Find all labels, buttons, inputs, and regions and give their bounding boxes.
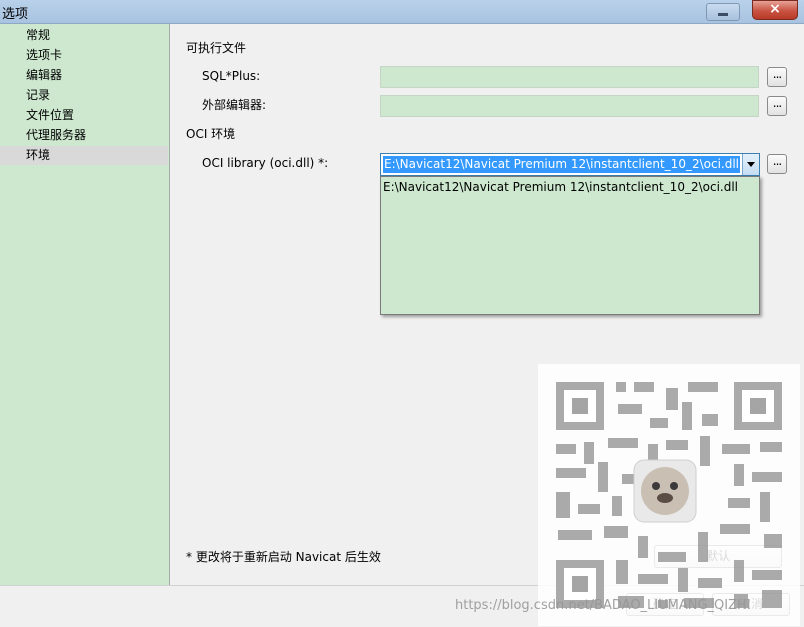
sidebar-item-environment[interactable]: 环境 xyxy=(0,146,168,165)
oci-library-label: OCI library (oci.dll) *: xyxy=(202,156,329,170)
qr-code-watermark xyxy=(538,364,800,626)
restart-note: * 更改将于重新启动 Navicat 后生效 xyxy=(186,550,381,564)
sidebar-item-file-location[interactable]: 文件位置 xyxy=(0,106,168,125)
oci-library-input[interactable]: E:\Navicat12\Navicat Premium 12\instantc… xyxy=(383,156,741,173)
close-button[interactable]: × xyxy=(752,0,798,20)
minimize-button[interactable] xyxy=(706,3,740,21)
close-icon: × xyxy=(769,1,781,17)
external-editor-browse-button[interactable]: ... xyxy=(767,96,787,116)
external-editor-label: 外部编辑器: xyxy=(202,98,267,112)
oci-heading: OCI 环境 xyxy=(186,127,236,141)
oci-library-combobox[interactable]: E:\Navicat12\Navicat Premium 12\instantc… xyxy=(380,153,760,176)
dropdown-option[interactable]: E:\Navicat12\Navicat Premium 12\instantc… xyxy=(383,179,738,196)
sqlplus-field[interactable] xyxy=(380,66,759,88)
dropdown-toggle[interactable] xyxy=(742,154,759,175)
oci-library-dropdown-list: E:\Navicat12\Navicat Premium 12\instantc… xyxy=(380,176,760,315)
external-editor-field[interactable] xyxy=(380,95,759,117)
sidebar-item-proxy[interactable]: 代理服务器 xyxy=(0,126,168,145)
options-sidebar: 常规 选项卡 编辑器 记录 文件位置 代理服务器 环境 xyxy=(0,24,170,585)
executables-heading: 可执行文件 xyxy=(186,41,247,55)
sidebar-item-editor[interactable]: 编辑器 xyxy=(0,66,168,85)
sqlplus-browse-button[interactable]: ... xyxy=(767,67,787,87)
title-bar: 选项 × xyxy=(0,0,804,24)
sidebar-item-tabs[interactable]: 选项卡 xyxy=(0,46,168,65)
sqlplus-label: SQL*Plus: xyxy=(202,69,261,83)
window-title: 选项 xyxy=(2,7,29,22)
qr-code-icon xyxy=(556,382,782,608)
minimize-icon xyxy=(718,13,728,16)
oci-library-browse-button[interactable]: ... xyxy=(767,154,787,174)
chevron-down-icon xyxy=(747,162,755,167)
sidebar-item-general[interactable]: 常规 xyxy=(0,26,168,45)
blog-watermark: https://blog.csdn.net/BADAO_LIUMANG_QIZH… xyxy=(455,598,751,613)
sidebar-item-records[interactable]: 记录 xyxy=(0,86,168,105)
